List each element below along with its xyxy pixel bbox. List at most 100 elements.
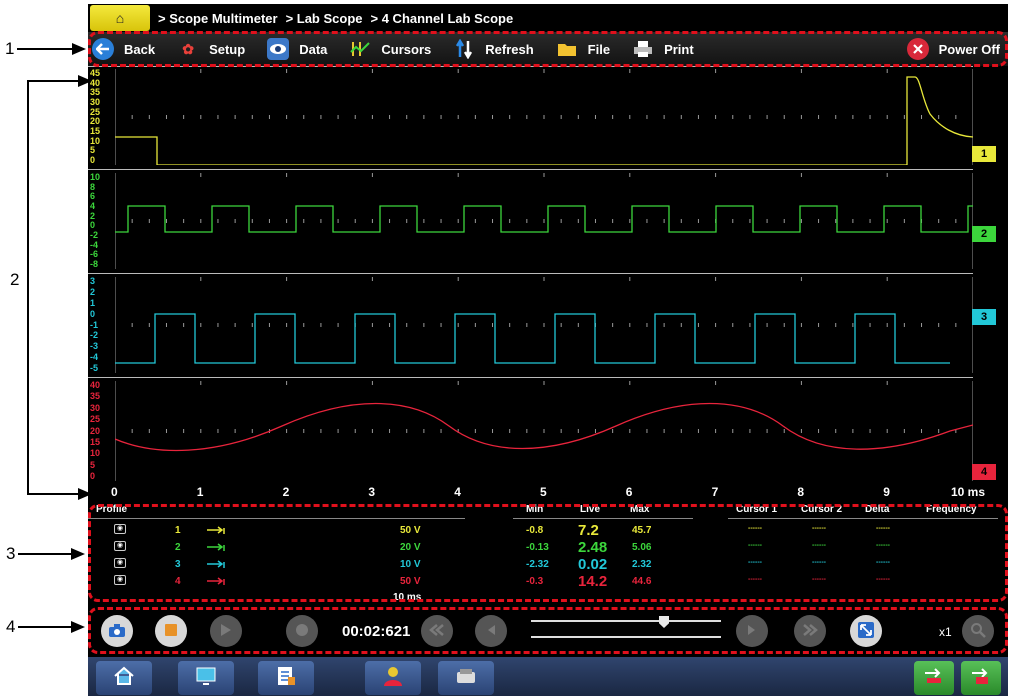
table-row[interactable]: ◉ 4 50 V -0.3 14.2 44.6 ------ ------ ------ — [88, 573, 1008, 590]
step-back-button[interactable] — [475, 615, 507, 647]
scale-label: 3 — [90, 276, 96, 286]
refresh-button[interactable]: Refresh — [453, 32, 534, 66]
cursors-button[interactable]: Cursors — [349, 32, 431, 66]
probe-icon — [206, 525, 232, 538]
ch4-tag[interactable]: 4 — [972, 464, 996, 480]
scale-label: 0 — [90, 155, 96, 165]
time-axis-label: 5 — [540, 485, 547, 499]
checklist-button[interactable] — [258, 661, 314, 695]
eye-icon[interactable]: ◉ — [114, 575, 126, 585]
scale-label: 40 — [90, 380, 101, 390]
scale-value: 50 V — [400, 525, 421, 536]
power-off-button[interactable]: Power Off — [906, 32, 1000, 66]
playback-slider-thumb[interactable] — [659, 616, 669, 628]
breadcrumb-item-scope-multimeter[interactable]: > Scope Multimeter — [158, 11, 278, 26]
scale-label: 5 — [90, 460, 96, 470]
mechanic-icon — [381, 665, 405, 692]
header-underline — [88, 518, 465, 519]
checklist-icon — [275, 665, 297, 692]
file-button[interactable]: File — [556, 32, 610, 66]
callout-bracket — [27, 80, 29, 494]
scale-label: -1 — [90, 320, 99, 330]
playback-controls: 00:02:621 x1 — [88, 605, 1008, 657]
eye-icon[interactable]: ◉ — [114, 541, 126, 551]
breadcrumb-item-lab-scope[interactable]: > Lab Scope — [286, 11, 363, 26]
scale-label: 35 — [90, 391, 101, 401]
table-row[interactable]: ◉ 2 20 V -0.13 2.48 5.06 ------ ------ ------ — [88, 539, 1008, 556]
scanner-button[interactable] — [438, 661, 494, 695]
home-icon — [113, 666, 135, 691]
header-profile: Profile — [96, 504, 128, 515]
time-axis-label: 10 ms — [951, 485, 986, 499]
header-max: Max — [630, 504, 650, 515]
max-value: 2.32 — [632, 559, 652, 570]
data-table[interactable]: Profile Min Live Max Cursor 1 Cursor 2 D… — [88, 503, 1008, 605]
data-button[interactable]: Data — [267, 32, 327, 66]
panel-divider — [88, 273, 973, 274]
vci-icon — [970, 667, 992, 690]
scale-label: 1 — [90, 298, 96, 308]
home-button[interactable] — [96, 661, 152, 695]
profile-number: 1 — [175, 525, 181, 536]
printer-icon — [632, 38, 654, 60]
mechanic-button[interactable] — [365, 661, 421, 695]
scale-label: 4 — [90, 201, 96, 211]
profile-number: 2 — [175, 542, 181, 553]
step-forward-button[interactable] — [736, 615, 768, 647]
connection-button[interactable] — [914, 661, 954, 695]
setup-button[interactable]: ✿ Setup — [177, 32, 245, 66]
table-row[interactable]: ◉ 3 10 V -2.32 0.02 2.32 ------ ------ ------ — [88, 556, 1008, 573]
skip-forward-button[interactable] — [794, 615, 826, 647]
refresh-label: Refresh — [485, 41, 534, 57]
record-button[interactable] — [286, 615, 318, 647]
back-label: Back — [124, 41, 156, 57]
time-axis-label: 7 — [711, 485, 719, 499]
zoom-button[interactable] — [962, 615, 994, 647]
playback-slider-track[interactable] — [531, 620, 721, 622]
refresh-icon — [453, 38, 475, 60]
live-value: 7.2 — [578, 522, 599, 539]
callout-arrow — [18, 626, 72, 628]
scale-label: 0 — [90, 220, 96, 230]
cursor1-value: ------ — [748, 525, 762, 532]
scale-value: 50 V — [400, 576, 421, 587]
eye-icon[interactable]: ◉ — [114, 558, 126, 568]
ch1-tag[interactable]: 1 — [972, 146, 996, 162]
vci-button[interactable] — [961, 661, 1001, 695]
time-axis-label: 2 — [282, 485, 290, 499]
table-row[interactable]: ◉ 1 50 V -0.8 7.2 45.7 ------ ------ ------ — [88, 522, 1008, 539]
eye-icon[interactable]: ◉ — [114, 524, 126, 534]
stop-button[interactable] — [155, 615, 187, 647]
grid-ticks — [115, 381, 973, 481]
scope-display[interactable]: 45 40 35 30 25 20 15 10 5 0 1 10 8 6 4 2 0 -2 -4 -6 -8 2 3… — [88, 66, 1008, 481]
arrowhead — [71, 548, 85, 560]
grid-ticks — [115, 173, 973, 269]
live-value: 0.02 — [578, 556, 608, 573]
home-crumb[interactable]: ⌂ — [90, 5, 150, 31]
fit-screen-icon — [857, 621, 875, 642]
data-label: Data — [299, 41, 328, 57]
scale-label: -3 — [90, 341, 99, 351]
taskbar — [88, 657, 1008, 696]
callout-number: 3 — [6, 544, 16, 563]
skip-back-icon — [429, 623, 445, 639]
scale-label: 10 — [90, 448, 101, 458]
breadcrumb-item-4-channel-lab-scope: > 4 Channel Lab Scope — [370, 10, 514, 26]
header-live: Live — [580, 504, 601, 515]
print-button[interactable]: Print — [632, 32, 694, 66]
time-axis-label: 6 — [625, 485, 633, 499]
back-button[interactable]: Back — [92, 32, 155, 66]
play-button[interactable] — [210, 615, 242, 647]
ch2-tag[interactable]: 2 — [972, 226, 996, 242]
scanner-icon — [455, 667, 477, 690]
fit-screen-button[interactable] — [850, 615, 882, 647]
eye-icon — [267, 38, 290, 60]
cursor2-value: ------ — [812, 576, 826, 583]
ch3-tag[interactable]: 3 — [972, 309, 996, 325]
snapshot-button[interactable] — [101, 615, 133, 647]
skip-back-button[interactable] — [421, 615, 453, 647]
camera-icon — [108, 622, 126, 641]
scale-label: 0 — [90, 471, 96, 481]
monitor-button[interactable] — [178, 661, 234, 695]
monitor-icon — [195, 666, 217, 691]
